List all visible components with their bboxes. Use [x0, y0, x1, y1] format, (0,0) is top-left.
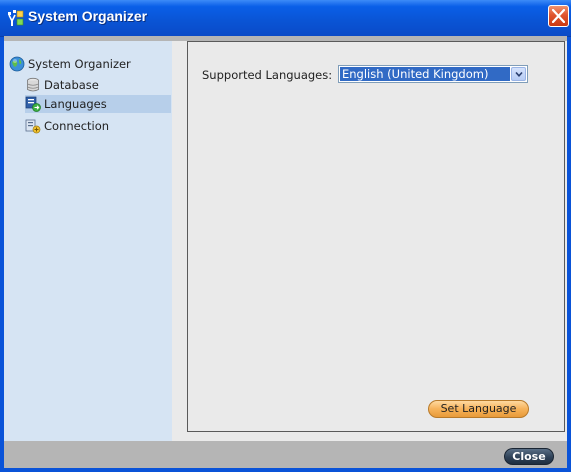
- sidebar-item-label: Languages: [44, 97, 107, 111]
- client-area: System Organizer Database Languages Conn…: [4, 41, 567, 441]
- sidebar-item-label: System Organizer: [28, 57, 131, 71]
- supported-languages-select[interactable]: English (United Kingdom): [338, 65, 528, 83]
- system-organizer-window: System Organizer System Organizer Databa…: [0, 0, 571, 472]
- navigation-sidebar: System Organizer Database Languages Conn…: [4, 41, 172, 441]
- sidebar-item-connection[interactable]: Connection: [25, 117, 169, 135]
- title-bar[interactable]: System Organizer: [0, 0, 571, 37]
- set-language-button[interactable]: Set Language: [428, 400, 529, 418]
- sidebar-item-languages[interactable]: Languages: [25, 95, 171, 113]
- sidebar-item-label: Database: [44, 78, 99, 92]
- sidebar-item-system-organizer[interactable]: System Organizer: [9, 55, 169, 73]
- organizer-app-icon: [7, 9, 25, 27]
- sidebar-item-label: Connection: [44, 119, 110, 133]
- database-icon: [25, 77, 41, 93]
- languages-panel: Supported Languages: English (United Kin…: [187, 41, 565, 432]
- languages-icon: [25, 96, 41, 112]
- window-title: System Organizer: [28, 8, 148, 24]
- selected-language-value: English (United Kingdom): [340, 67, 510, 81]
- globe-icon: [9, 56, 25, 72]
- close-button[interactable]: Close: [504, 448, 554, 465]
- close-icon[interactable]: [548, 5, 569, 27]
- connection-icon: [25, 118, 41, 134]
- chevron-down-icon[interactable]: [511, 67, 526, 81]
- supported-languages-label: Supported Languages:: [202, 68, 333, 82]
- footer-bar: Close: [4, 441, 567, 468]
- sidebar-item-database[interactable]: Database: [25, 76, 169, 94]
